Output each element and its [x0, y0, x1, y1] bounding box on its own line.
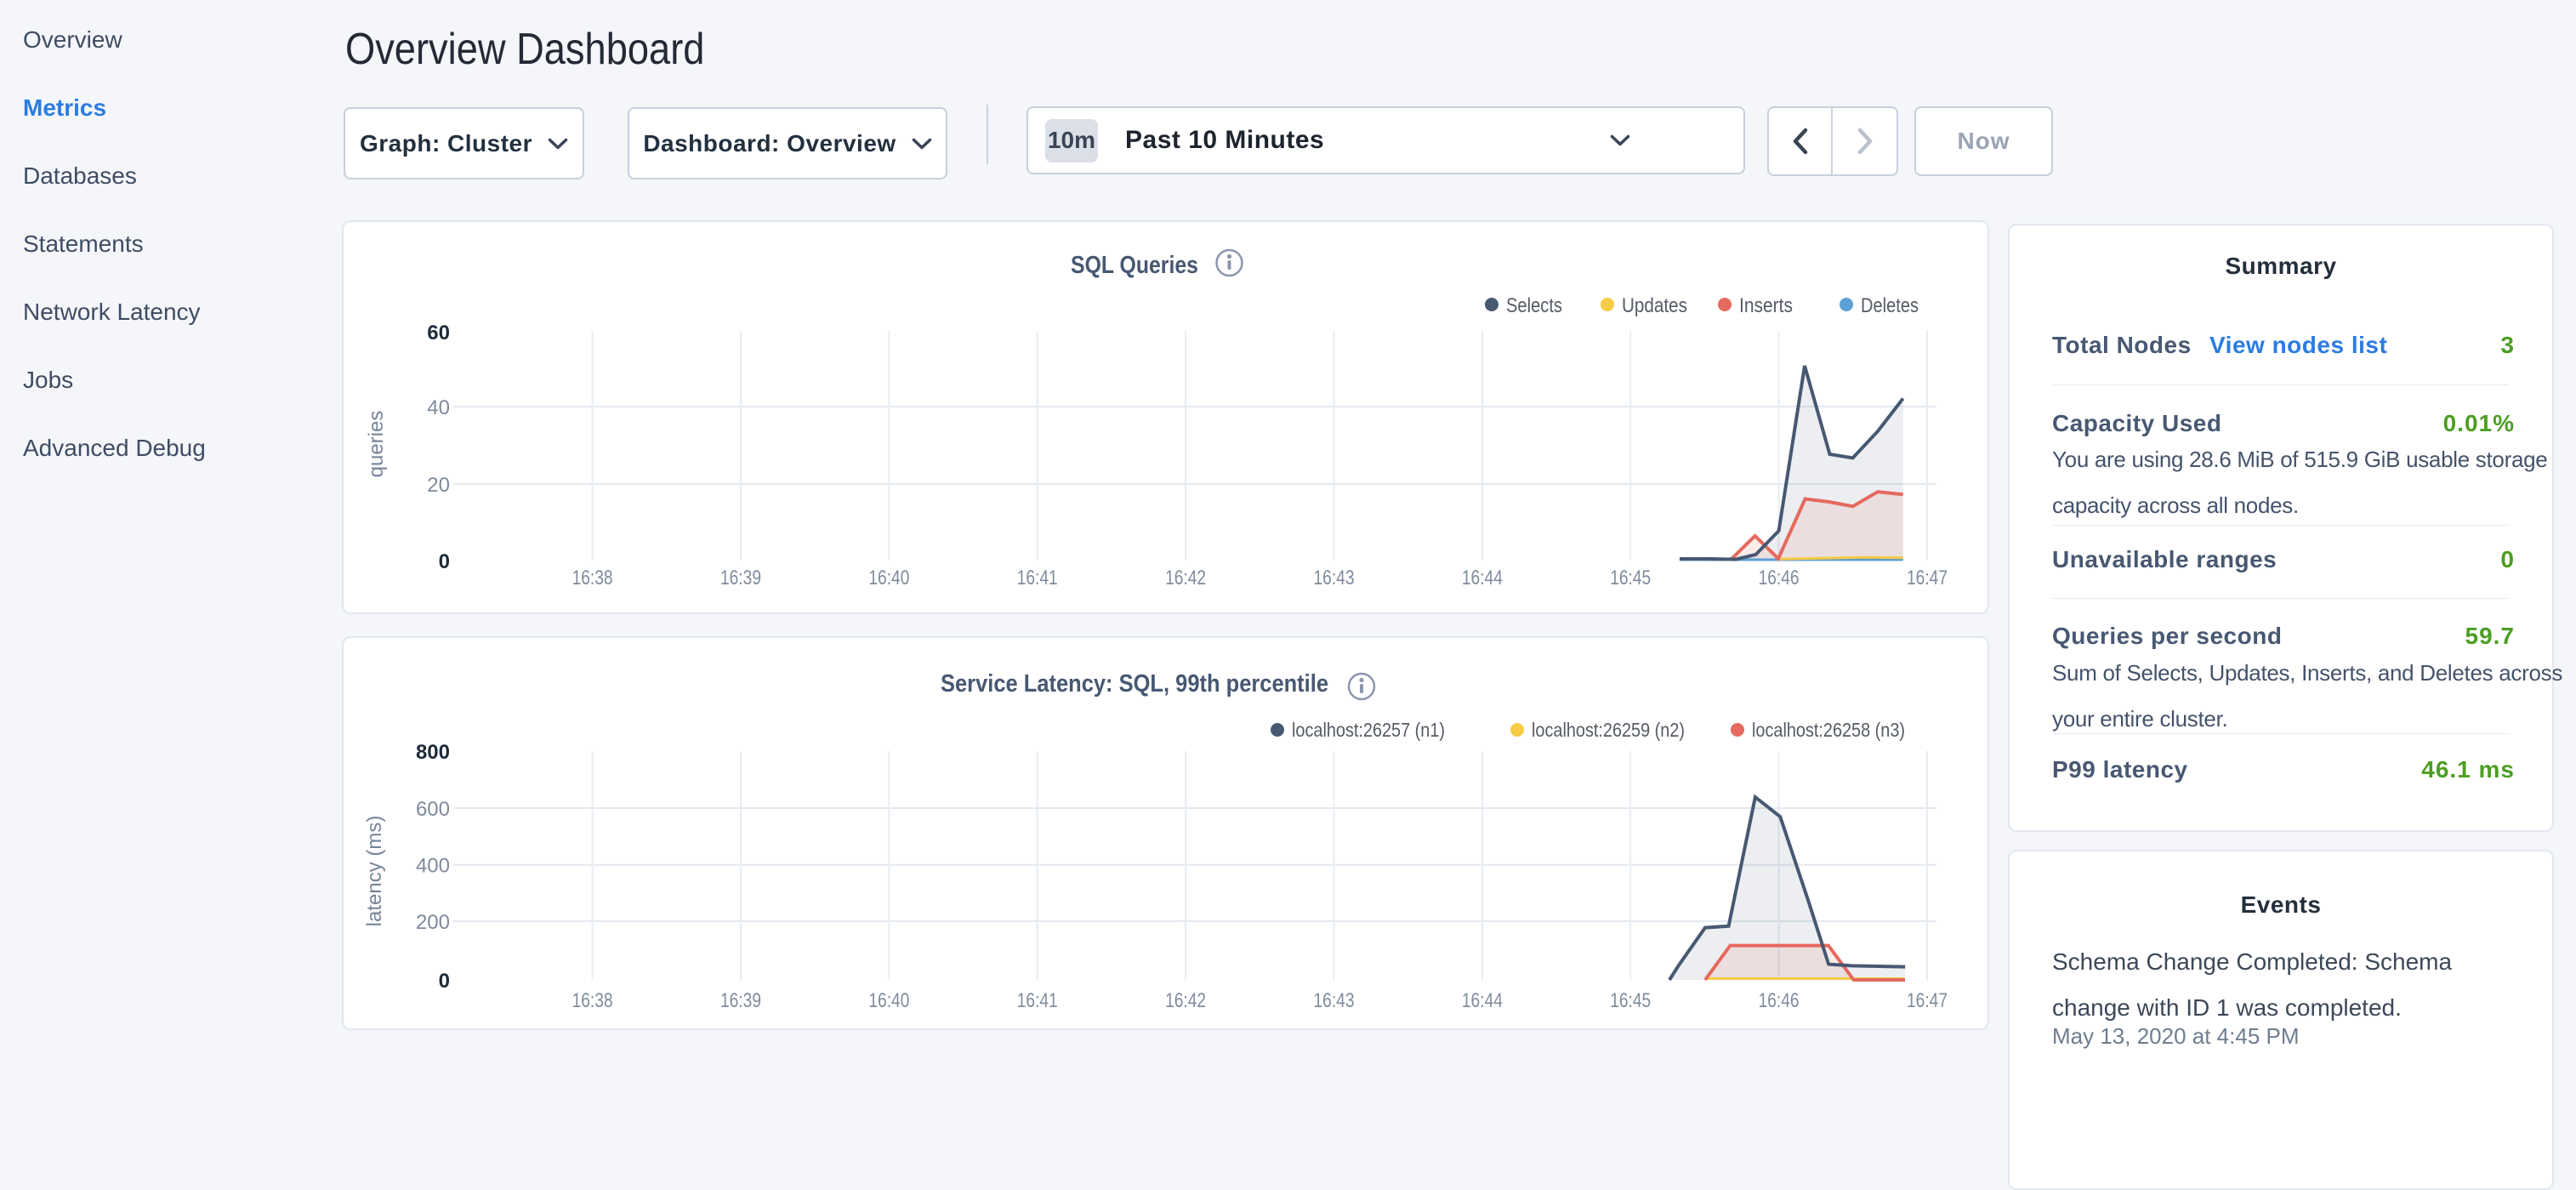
- svg-text:16:39: 16:39: [720, 989, 761, 1012]
- svg-text:20: 20: [427, 474, 450, 497]
- svg-text:queries: queries: [365, 411, 388, 478]
- svg-text:16:45: 16:45: [1610, 567, 1651, 589]
- svg-text:16:46: 16:46: [1759, 567, 1800, 589]
- svg-text:Updates: Updates: [1622, 294, 1687, 317]
- svg-text:16:45: 16:45: [1610, 989, 1651, 1012]
- svg-text:localhost:26258 (n3): localhost:26258 (n3): [1752, 719, 1905, 741]
- svg-text:localhost:26259 (n2): localhost:26259 (n2): [1532, 719, 1685, 741]
- svg-text:Service Latency: SQL, 99th per: Service Latency: SQL, 99th percentile: [941, 670, 1328, 697]
- svg-text:16:42: 16:42: [1165, 567, 1206, 589]
- svg-text:16:41: 16:41: [1017, 567, 1058, 589]
- svg-text:Inserts: Inserts: [1739, 294, 1793, 317]
- svg-text:16:47: 16:47: [1907, 567, 1948, 589]
- svg-text:800: 800: [416, 741, 450, 764]
- svg-text:16:40: 16:40: [868, 567, 909, 589]
- svg-text:40: 40: [427, 396, 450, 419]
- svg-text:16:47: 16:47: [1907, 989, 1948, 1012]
- svg-text:16:46: 16:46: [1759, 989, 1800, 1012]
- svg-text:0: 0: [439, 550, 450, 573]
- svg-text:16:43: 16:43: [1314, 989, 1355, 1012]
- svg-text:16:44: 16:44: [1462, 567, 1503, 589]
- svg-text:latency (ms): latency (ms): [363, 816, 386, 927]
- svg-text:200: 200: [416, 911, 450, 934]
- svg-text:16:38: 16:38: [572, 989, 613, 1012]
- svg-text:16:44: 16:44: [1462, 989, 1503, 1012]
- svg-text:16:43: 16:43: [1314, 567, 1355, 589]
- svg-text:SQL Queries: SQL Queries: [1071, 252, 1198, 279]
- svg-text:16:38: 16:38: [572, 567, 613, 589]
- svg-text:60: 60: [427, 322, 450, 344]
- svg-text:Selects: Selects: [1506, 294, 1562, 317]
- svg-text:400: 400: [416, 855, 450, 878]
- svg-text:Deletes: Deletes: [1861, 294, 1919, 317]
- svg-text:16:40: 16:40: [868, 989, 909, 1012]
- svg-text:600: 600: [416, 798, 450, 821]
- svg-text:16:39: 16:39: [720, 567, 761, 589]
- svg-text:localhost:26257 (n1): localhost:26257 (n1): [1292, 719, 1445, 741]
- svg-text:0: 0: [439, 970, 450, 993]
- svg-text:16:42: 16:42: [1165, 989, 1206, 1012]
- svg-text:16:41: 16:41: [1017, 989, 1058, 1012]
